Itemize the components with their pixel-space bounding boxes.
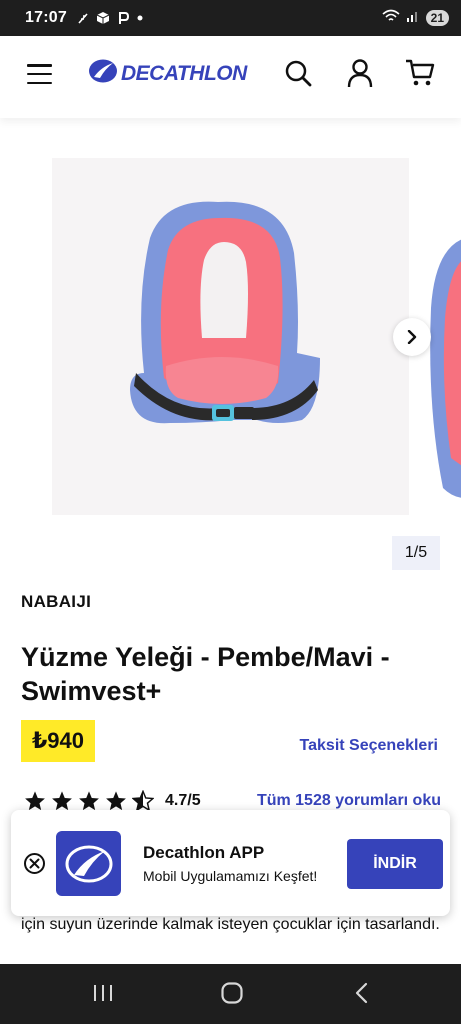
chevron-right-icon (407, 330, 417, 344)
product-brand[interactable]: NABAIJI (21, 592, 91, 612)
p-app-icon (117, 11, 130, 25)
box-icon (96, 11, 110, 25)
image-counter: 1/5 (392, 536, 440, 570)
back-icon[interactable] (345, 978, 379, 1008)
status-bar: 17:07 21 (0, 0, 461, 36)
rating-value: 4.7/5 (165, 792, 201, 809)
recent-apps-icon[interactable] (86, 978, 120, 1008)
search-icon[interactable] (283, 58, 313, 88)
status-time: 17:07 (25, 9, 67, 26)
decathlon-logo[interactable]: DECATHLON (88, 58, 247, 89)
app-name: Decathlon APP (143, 843, 265, 862)
notification-icons (77, 11, 143, 25)
rating-stars (24, 790, 154, 812)
system-icons: 21 (382, 9, 449, 28)
star-half-icon (132, 790, 154, 812)
star-full-icon (25, 791, 45, 811)
star-full-icon (52, 791, 72, 811)
product-gallery: 1/5 (0, 118, 461, 578)
logo-text: DECATHLON (121, 61, 247, 85)
star-full-icon (106, 791, 126, 811)
feather-icon (77, 12, 89, 24)
decathlon-swoosh-icon (88, 58, 118, 89)
menu-icon[interactable] (27, 63, 52, 85)
product-image[interactable] (52, 158, 409, 515)
site-header: DECATHLON (0, 36, 461, 118)
swim-vest-illustration (130, 201, 320, 424)
decathlon-app-icon[interactable] (56, 831, 121, 896)
app-tagline: Mobil Uygulamamızı Keşfet! (143, 868, 318, 884)
system-navigation-bar (0, 964, 461, 1024)
account-icon[interactable] (345, 58, 375, 88)
price-badge: ₺940 (21, 720, 96, 762)
wifi-icon (382, 9, 400, 28)
battery-indicator: 21 (425, 10, 449, 26)
dot-icon (137, 15, 143, 21)
cart-icon[interactable] (405, 58, 435, 88)
signal-icon (406, 9, 420, 27)
install-app-button[interactable]: İNDİR (347, 839, 443, 889)
reviews-link[interactable]: Tüm 1528 yorumları oku (257, 792, 441, 810)
next-image-button[interactable] (393, 318, 431, 356)
home-icon[interactable] (215, 978, 249, 1008)
close-icon[interactable] (24, 853, 45, 874)
rating-row[interactable]: 4.7/5 (24, 790, 201, 812)
installments-link[interactable]: Taksit Seçenekleri (300, 737, 438, 755)
star-full-icon (79, 791, 99, 811)
product-title: Yüzme Yeleği - Pembe/Mavi - Swimvest+ (21, 642, 390, 706)
app-promo-banner: Decathlon APP Mobil Uygulamamızı Keşfet!… (11, 810, 450, 916)
screen: 17:07 21 DECATHLON 1/5 NABAIJI Yüzme Yel… (0, 0, 461, 1024)
